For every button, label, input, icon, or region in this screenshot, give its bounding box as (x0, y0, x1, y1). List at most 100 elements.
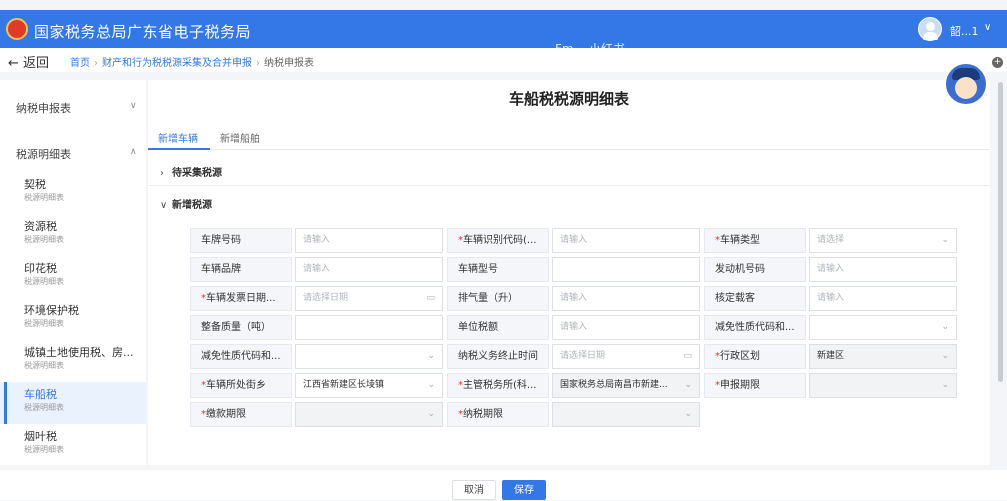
select-field[interactable]: ⌄ (809, 373, 957, 398)
sidebar-item-label: 契税 (24, 178, 46, 191)
user-avatar-icon[interactable] (918, 17, 942, 41)
input-field[interactable] (552, 257, 700, 282)
select-field[interactable]: 江西省新建区长堎镇 ⌄ (295, 373, 443, 398)
sidebar-item-sublabel: 税源明细表 (24, 235, 64, 244)
scrollbar[interactable] (998, 82, 1003, 382)
sidebar-item-environment-tax[interactable]: 环境保护税 税源明细表 (0, 298, 146, 340)
select-field[interactable]: 新建区 ⌄ (809, 344, 957, 369)
chevron-down-icon: ⌄ (427, 409, 435, 419)
mascot-face (955, 77, 977, 99)
field-value: 请输入 (560, 293, 588, 303)
select-field[interactable]: ⌄ (295, 402, 443, 427)
section-pending-sources[interactable]: › 待采集税源 (160, 164, 222, 179)
sidebar-item-stamp-tax[interactable]: 印花税 税源明细表 (0, 256, 146, 298)
section-label: 待采集税源 (172, 168, 222, 179)
field-value: 请输入 (560, 235, 588, 245)
chevron-right-icon: › (160, 168, 164, 179)
select-field[interactable]: 国家税务总局南昌市新建... ⌄ (552, 373, 700, 398)
field-label: 车辆型号 (447, 257, 549, 282)
field-label: 纳税义务终止时间 (447, 344, 549, 369)
chevron-up-icon[interactable]: ∧ (130, 147, 137, 157)
input-field[interactable]: 请输入 (295, 228, 443, 253)
field-value: 江西省新建区长堎镇 (303, 380, 385, 390)
select-field[interactable]: ⌄ (552, 402, 700, 427)
back-button[interactable]: ← 返回 (8, 52, 49, 71)
input-field[interactable]: 请输入 (809, 286, 957, 311)
sidebar-group-source-detail[interactable]: 税源明细表 (16, 146, 71, 162)
field-label: 核定载客 (704, 286, 806, 311)
field-label-text: 纳税期限 (463, 409, 503, 420)
breadcrumb-separator-icon: › (256, 58, 260, 69)
section-label: 新增税源 (172, 200, 212, 211)
tab-new-vehicle[interactable]: 新增车辆 (158, 130, 198, 145)
field-label: *行政区划 (704, 344, 806, 369)
input-field[interactable]: 请输入 (295, 257, 443, 282)
section-new-sources[interactable]: ∨ 新增税源 (160, 196, 212, 211)
user-menu-chevron-icon[interactable]: ∨ (984, 22, 991, 33)
input-field[interactable]: 请输入 (552, 286, 700, 311)
field-label: *车辆发票日期... (190, 286, 292, 311)
sidebar-item-resource-tax[interactable]: 资源税 税源明细表 (0, 214, 146, 256)
user-name[interactable]: 韶...1 (950, 23, 979, 39)
field-value: 国家税务总局南昌市新建... (560, 380, 668, 390)
back-label: 返回 (23, 56, 50, 71)
field-label-text: 车辆发票日期... (206, 293, 276, 304)
sidebar-item-label: 印花税 (24, 262, 57, 275)
plus-icon[interactable]: + (992, 57, 1003, 68)
sidebar-group-declaration[interactable]: 纳税申报表 (16, 100, 71, 116)
assistant-mascot-icon[interactable] (944, 62, 988, 106)
field-label: *车辆所处街乡 (190, 373, 292, 398)
select-field[interactable]: ⌄ (809, 315, 957, 340)
sidebar-item-land-use-tax[interactable]: 城镇土地使用税、房... 税源明细表 (0, 340, 146, 382)
tab-new-vessel[interactable]: 新增船舶 (220, 130, 260, 145)
field-label: 减免性质代码和... (190, 344, 292, 369)
chevron-down-icon: ⌄ (427, 351, 435, 361)
chevron-down-icon: ⌄ (941, 322, 949, 332)
site-title: 国家税务总局广东省电子税务局 (34, 23, 252, 41)
sidebar-item-sublabel: 税源明细表 (24, 277, 64, 286)
vehicle-form: 车牌号码 请输入 *车辆识别代码(... 请输入 *车辆类型 请选择 ⌄ 车辆品牌 请输入 车辆型… (190, 228, 958, 428)
breadcrumb-separator-icon: › (94, 58, 98, 69)
chevron-down-icon: ⌄ (684, 409, 692, 419)
field-value: 请输入 (560, 322, 588, 332)
chevron-down-icon[interactable]: ∨ (130, 101, 137, 111)
footer-bar: 取消 保存 (0, 470, 1007, 500)
input-field[interactable] (295, 315, 443, 340)
breadcrumb-collection[interactable]: 财产和行为税税源采集及合并申报 (102, 58, 252, 69)
field-label-text: 纳税义务终止时间 (458, 351, 538, 362)
date-field[interactable]: 请选择日期 ▭ (295, 286, 443, 311)
sidebar-item-deed-tax[interactable]: 契税 税源明细表 (0, 172, 146, 214)
field-value: 请输入 (303, 264, 331, 274)
field-label-text: 整备质量（吨） (201, 322, 271, 333)
chevron-down-icon: ⌄ (941, 235, 949, 245)
sidebar-item-vehicle-vessel-tax[interactable]: 车船税 税源明细表 (0, 382, 146, 424)
date-field[interactable]: 请选择日期 ▭ (552, 344, 700, 369)
field-label-text: 车辆品牌 (201, 264, 241, 275)
calendar-icon: ▭ (426, 293, 435, 303)
input-field[interactable]: 请输入 (809, 257, 957, 282)
divider (148, 185, 990, 186)
select-field[interactable]: 请选择 ⌄ (809, 228, 957, 253)
field-label: *车辆识别代码(... (447, 228, 549, 253)
field-label: 整备质量（吨） (190, 315, 292, 340)
sidebar-item-label: 环境保护税 (24, 304, 79, 317)
chevron-down-icon: ⌄ (941, 380, 949, 390)
field-label-text: 单位税额 (458, 322, 498, 333)
top-bar: 国家税务总局广东省电子税务局 韶...1 ∨ (0, 10, 1007, 48)
field-label-text: 车辆识别代码(... (463, 235, 537, 246)
breadcrumb-home[interactable]: 首页 (70, 58, 90, 69)
save-button[interactable]: 保存 (502, 480, 546, 500)
breadcrumb-current: 纳税申报表 (264, 58, 314, 69)
field-value: 请输入 (817, 264, 845, 274)
sidebar-item-label: 城镇土地使用税、房... (24, 346, 134, 359)
field-label-text: 车辆型号 (458, 264, 498, 275)
page-title: 车船税税源明细表 (508, 90, 629, 108)
breadcrumb-bar: Fm··· 小红书 ← 返回 首页 › 财产和行为税税源采集及合并申报 › 纳税申报表 (0, 42, 1007, 72)
field-label: *申报期限 (704, 373, 806, 398)
input-field[interactable]: 请输入 (552, 315, 700, 340)
sidebar-item-tobacco-tax[interactable]: 烟叶税 税源明细表 (0, 424, 146, 466)
field-label: *车辆类型 (704, 228, 806, 253)
select-field[interactable]: ⌄ (295, 344, 443, 369)
input-field[interactable]: 请输入 (552, 228, 700, 253)
cancel-button[interactable]: 取消 (452, 480, 496, 500)
